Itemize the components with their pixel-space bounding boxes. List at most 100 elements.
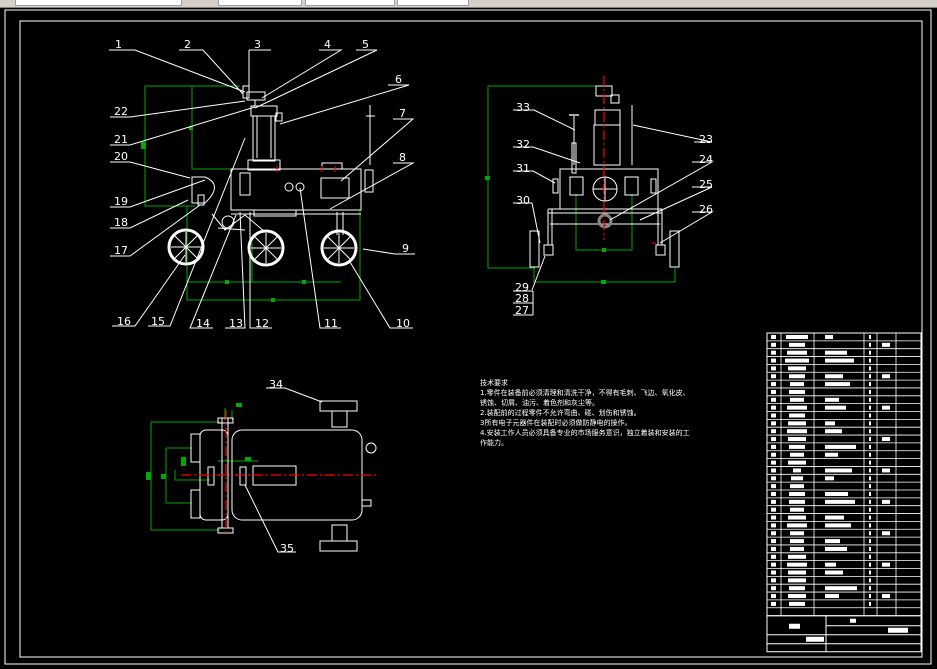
table-cell-text (882, 342, 890, 347)
table-cell-text (788, 594, 806, 599)
table-cell-text (825, 562, 836, 567)
table-cell-text (788, 437, 806, 442)
callout-16: 16 (117, 315, 131, 328)
table-cell-text (869, 523, 871, 528)
table-cell-text (771, 578, 776, 583)
table-cell-text (869, 492, 871, 496)
parts-list-table (766, 332, 922, 653)
table-cell-text (869, 515, 871, 520)
table-cell-text (790, 452, 804, 457)
table-cell-text (789, 342, 805, 347)
tech-req-title: 技术要求 (480, 379, 508, 387)
table-cell-text (882, 405, 890, 410)
table-cell-text (825, 492, 848, 496)
tech-req-line: 锈蚀、切屑、油污、着色剂和灰尘等。 (480, 399, 599, 407)
table-cell-text (882, 594, 890, 599)
callout-20: 20 (114, 150, 128, 163)
table-cell-text (771, 562, 776, 567)
wheel (247, 229, 285, 267)
table-cell-text (869, 350, 871, 355)
table-cell-text (771, 523, 776, 528)
table-cell-text (869, 586, 871, 591)
table-cell-text (882, 531, 890, 536)
table-cell-text (869, 382, 871, 387)
table-cell-text (882, 374, 890, 379)
table-cell-text (825, 444, 856, 449)
table-cell-text (869, 554, 871, 559)
table-cell-text (790, 539, 804, 544)
table-cell-text (825, 476, 834, 481)
table-cell-text (869, 397, 871, 402)
table-cell-text (869, 358, 871, 363)
title-block-text (850, 618, 856, 623)
table-cell-text (869, 452, 871, 457)
table-cell-text (788, 460, 806, 465)
callout-34: 34 (269, 378, 283, 391)
table-cell-text (787, 523, 807, 528)
callout-4: 4 (324, 38, 331, 51)
table-cell-text (869, 366, 871, 371)
callout-5: 5 (362, 38, 369, 51)
callout-13: 13 (229, 317, 243, 330)
callout-31: 31 (516, 162, 530, 175)
table-cell-text (869, 594, 871, 599)
table-cell-text (869, 578, 871, 583)
table-cell-text (771, 531, 776, 536)
table-cell-text (789, 499, 805, 504)
table-cell-text (869, 570, 871, 575)
table-cell-text (791, 476, 803, 481)
table-cell-text (771, 570, 776, 575)
callout-35: 35 (280, 542, 294, 555)
table-cell-text (825, 539, 840, 544)
table-cell-text (825, 429, 842, 434)
table-cell-text (788, 421, 806, 426)
table-cell-text (771, 382, 776, 387)
table-cell-text (789, 601, 805, 606)
callout-2: 2 (184, 38, 191, 51)
table-cell-text (882, 499, 890, 504)
wheel (167, 228, 205, 266)
table-cell-text (771, 397, 776, 402)
table-cell-text (869, 562, 871, 567)
callout-7: 7 (399, 107, 406, 120)
table-cell-text (787, 405, 807, 410)
table-cell-text (869, 389, 871, 394)
table-cell-text (771, 444, 776, 449)
table-cell-text (788, 554, 806, 559)
table-cell-text (771, 460, 776, 465)
table-cell-text (771, 601, 776, 606)
table-cell-text (869, 374, 871, 379)
table-cell-text (771, 342, 776, 347)
table-cell-text (825, 499, 855, 504)
table-cell-text (771, 350, 776, 355)
table-cell-text (882, 562, 890, 567)
table-cell-text (771, 515, 776, 520)
callout-18: 18 (114, 216, 128, 229)
table-cell-text (869, 499, 871, 504)
table-cell-text (825, 335, 833, 339)
table-cell-text (787, 350, 807, 355)
table-cell-text (790, 382, 804, 387)
callout-25: 25 (699, 178, 713, 191)
table-cell-text (869, 421, 871, 426)
table-cell-text (869, 601, 871, 606)
table-cell-text (789, 492, 805, 496)
table-cell-text (787, 562, 807, 567)
table-cell-text (869, 546, 871, 551)
cad-drawing-canvas[interactable]: 1 2 3 4 5 6 7 8 9 10 11 12 13 14 15 16 1… (0, 0, 937, 669)
callout-17: 17 (114, 244, 128, 257)
table-cell-text (790, 484, 804, 489)
table-cell-text (882, 437, 890, 442)
title-block-text (806, 636, 824, 642)
side-view: 33 32 31 30 23 24 25 26 29 28 27 (485, 76, 714, 317)
table-cell-text (788, 578, 806, 583)
callout-19: 19 (114, 195, 128, 208)
table-cell-text (786, 335, 808, 339)
table-cell-text (790, 397, 804, 402)
table-cell-text (825, 515, 844, 520)
table-cell-text (869, 444, 871, 449)
front-view (109, 49, 415, 329)
table-cell-text (771, 335, 776, 339)
table-cell-text (825, 546, 847, 551)
table-cell-text (869, 531, 871, 536)
